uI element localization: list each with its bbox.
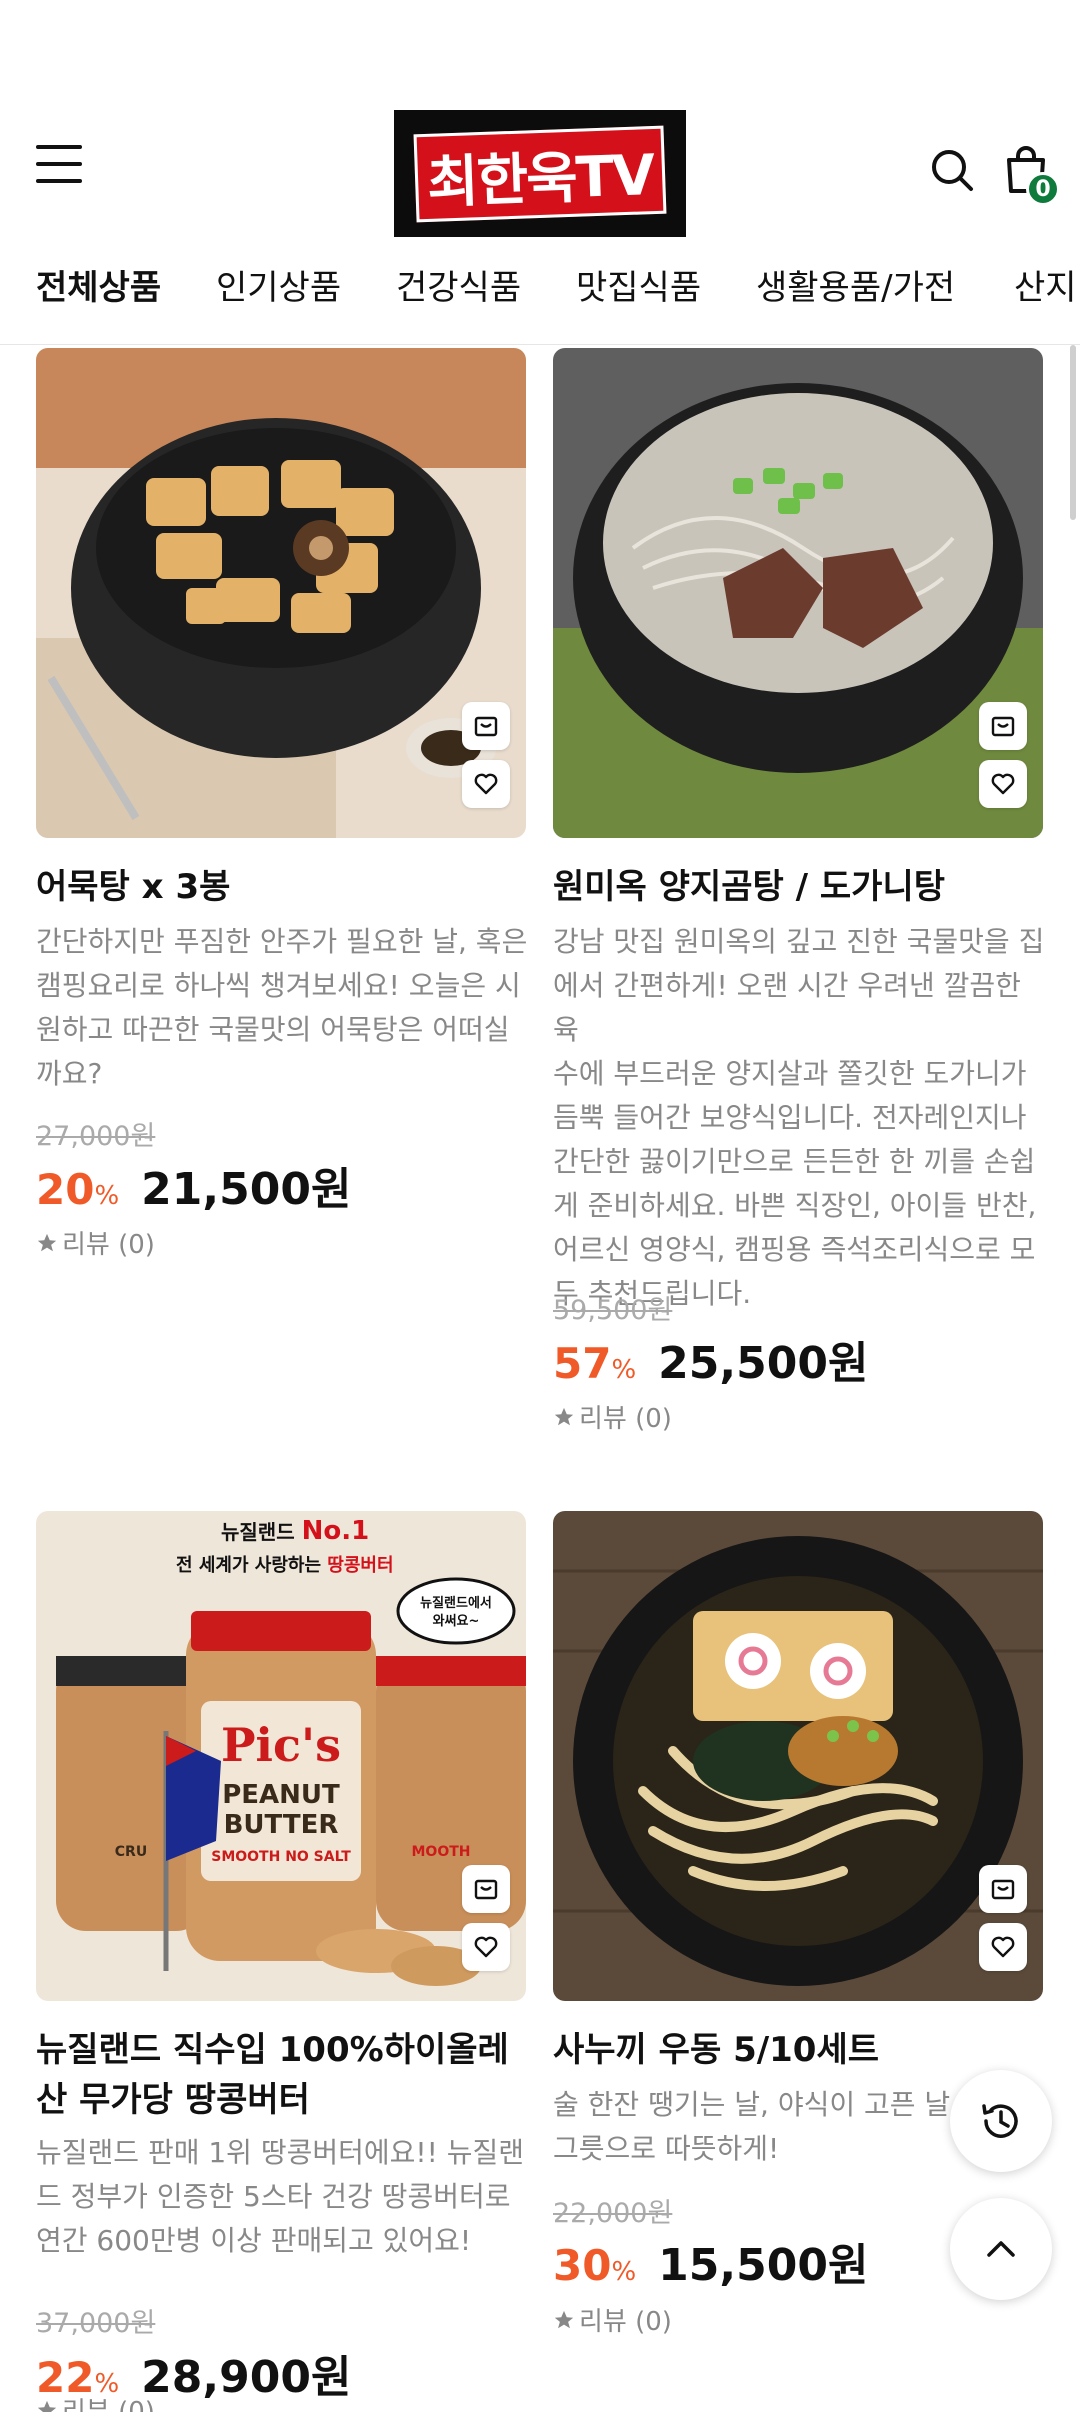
percent-sign: % [611,1355,637,1385]
original-price: 22,000원 [553,2198,673,2229]
image-caption-loved: 전 세계가 사랑하는 [176,1555,327,1576]
review-count[interactable]: 리뷰 (0) [36,1224,155,1261]
product-description: 뉴질랜드 판매 1위 땅콩버터에요!! 뉴질랜 드 정부가 인증한 5스타 건강… [36,2136,525,2257]
sale-price: 15,500원 [658,2240,869,2291]
image-caption-nz: 뉴질랜드 [221,1520,302,1544]
image-right-jar: MOOTH [411,1844,470,1860]
product-title[interactable]: 뉴질랜드 직수입 100%하이올레 산 무가당 땅콩버터 [36,2025,536,2125]
page-scrollbar[interactable] [1070,345,1076,520]
review-count[interactable]: 리뷰 (0) [36,2391,155,2412]
add-to-cart-button[interactable] [979,1865,1027,1913]
price-row: 30 % 15,500원 [553,2229,868,2293]
product-card[interactable]: 뉴질랜드 No.1 전 세계가 사랑하는 땅콩버터 뉴질랜드에서 와써요~ Pi… [36,1511,526,2412]
scroll-to-top-button[interactable] [950,2198,1052,2300]
original-price: 27,000원 [36,1121,156,1152]
product-card[interactable]: 원미옥 양지곰탕 / 도가니탕 강남 맛집 원미옥의 깊고 진한 국물맛을 집 … [553,348,1044,1448]
heart-icon [474,1936,498,1958]
add-to-cart-button[interactable] [979,702,1027,750]
heart-icon [474,773,498,795]
product-card[interactable]: 어묵탕 x 3봉 간단하지만 푸짐한 안주가 필요한 날, 혹은 캠핑요리로 하… [36,348,527,1268]
cart-small-icon [991,716,1015,737]
image-jar-line3: SMOOTH NO SALT [211,1849,351,1865]
image-left-jar: CRU [115,1844,147,1860]
cart-count-badge: 0 [1026,172,1060,206]
original-price: 37,000원 [36,2308,156,2339]
star-icon [37,2400,57,2412]
logo-text: 최한욱TV [426,142,655,215]
star-icon [37,1233,57,1251]
discount-rate: 30 [553,2241,612,2290]
wishlist-button[interactable] [462,760,510,808]
image-jar-line2: BUTTER [224,1810,339,1840]
recent-history-button[interactable] [950,2070,1052,2172]
brand-logo[interactable]: 최한욱TV [394,110,686,237]
history-icon [982,2104,1018,2138]
image-caption-no1: No.1 [302,1516,370,1546]
image-brand: Pic's [221,1718,341,1772]
discount-rate: 20 [36,1165,95,1214]
review-count[interactable]: 리뷰 (0) [553,2301,672,2338]
product-title[interactable]: 어묵탕 x 3봉 [36,862,536,912]
sale-price: 25,500원 [658,1338,869,1389]
search-icon[interactable] [930,148,974,192]
svg-text:전 세계가 사랑하는 땅콩버터: 전 세계가 사랑하는 땅콩버터 [176,1555,394,1576]
product-title[interactable]: 원미옥 양지곰탕 / 도가니탕 [553,862,1053,912]
image-jar-line1: PEANUT [222,1780,340,1810]
app-header: 최한욱TV 0 전체상품 인기상품 건강식품 맛집식품 생활용품/가전 산지 [0,0,1080,345]
cart-small-icon [474,716,498,737]
add-to-cart-button[interactable] [462,702,510,750]
sale-price: 21,500원 [141,1164,352,1215]
hamburger-menu-icon[interactable] [36,145,82,185]
sale-price: 28,900원 [141,2352,352,2403]
cart-small-icon [474,1879,498,1900]
svg-text:뉴질랜드 No.1: 뉴질랜드 No.1 [221,1516,369,1546]
wishlist-button[interactable] [462,1923,510,1971]
tab-restaurant-food[interactable]: 맛집식품 [576,260,701,309]
tab-health-food[interactable]: 건강식품 [396,260,521,309]
tab-local-produce[interactable]: 산지 [1014,260,1077,309]
review-count[interactable]: 리뷰 (0) [553,1398,672,1435]
heart-icon [991,773,1015,795]
chevron-up-icon [987,2241,1015,2257]
product-image-fishcake-soup[interactable] [36,348,526,838]
product-description: 간단하지만 푸짐한 안주가 필요한 날, 혹은 캠핑요리로 하나씩 챙겨보세요!… [36,925,528,1090]
product-title[interactable]: 사누끼 우동 5/10세트 [553,2025,1053,2075]
heart-icon [991,1936,1015,1958]
product-image-peanut-butter[interactable]: 뉴질랜드 No.1 전 세계가 사랑하는 땅콩버터 뉴질랜드에서 와써요~ Pi… [36,1511,526,2001]
tab-popular[interactable]: 인기상품 [216,260,341,309]
image-caption-peanut-butter: 땅콩버터 [327,1555,393,1576]
image-bubble-line2: 와써요~ [433,1613,480,1629]
star-icon [554,2310,574,2328]
category-tabs: 전체상품 인기상품 건강식품 맛집식품 생활용품/가전 산지 [0,260,1080,320]
add-to-cart-button[interactable] [462,1865,510,1913]
product-description: 강남 맛집 원미옥의 깊고 진한 국물맛을 집 에서 간편하게! 오랜 시간 우… [553,925,1045,1310]
wishlist-button[interactable] [979,1923,1027,1971]
image-bubble-line1: 뉴질랜드에서 [420,1595,492,1611]
price-row: 57 % 25,500원 [553,1327,868,1391]
star-icon [554,1407,574,1425]
product-image-beef-bone-soup[interactable] [553,348,1043,838]
percent-sign: % [611,2257,637,2287]
price-row: 20 % 21,500원 [36,1153,351,1217]
tab-living-appliances[interactable]: 생활용품/가전 [756,260,955,309]
discount-rate: 57 [553,1339,612,1388]
tab-all-products[interactable]: 전체상품 [36,260,161,309]
cart-small-icon [991,1879,1015,1900]
product-image-sanuki-udon[interactable] [553,1511,1043,2001]
original-price: 59,500원 [553,1295,673,1326]
wishlist-button[interactable] [979,760,1027,808]
percent-sign: % [94,1181,120,1211]
